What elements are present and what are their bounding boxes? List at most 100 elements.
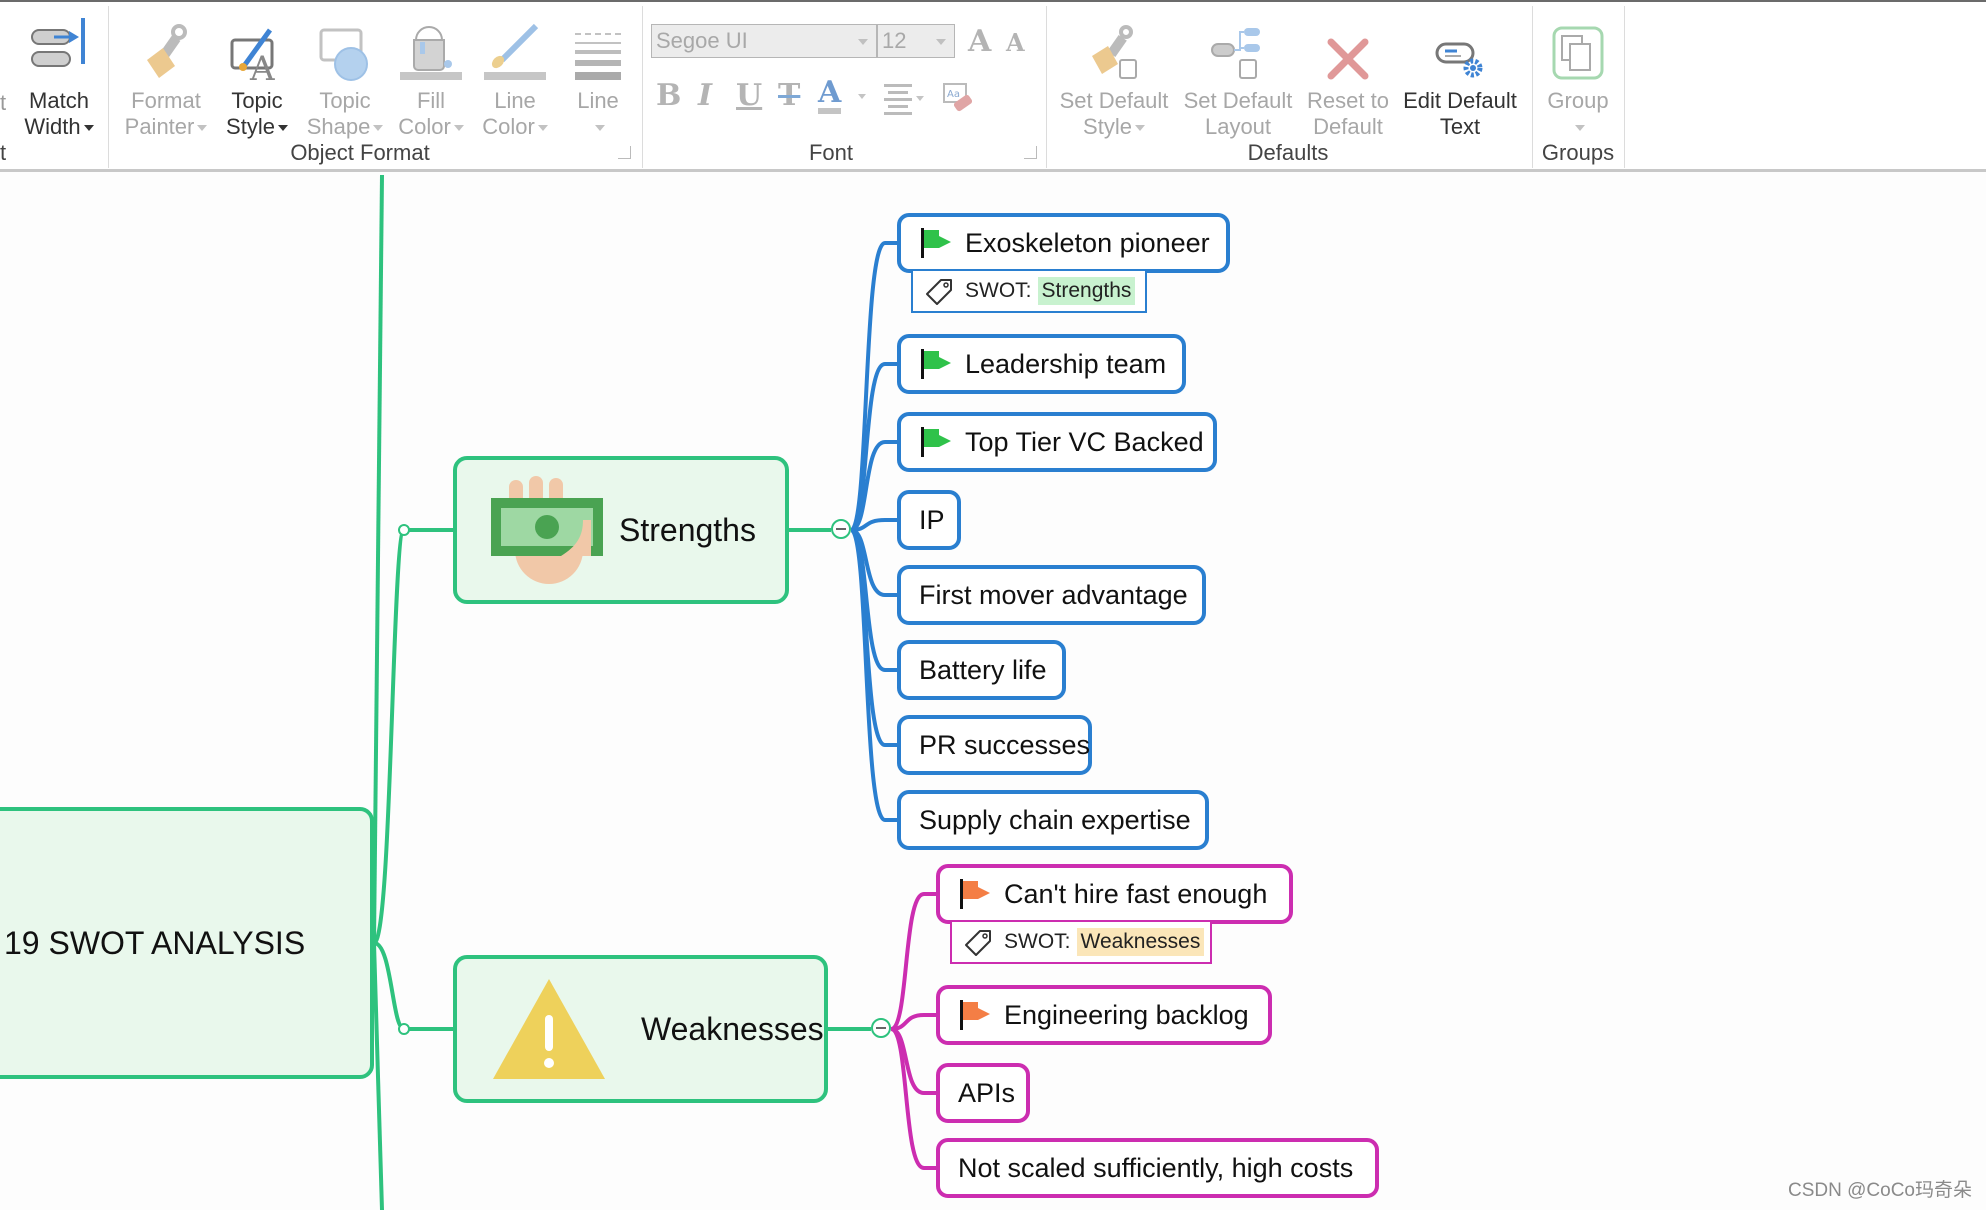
strengths-subtopic[interactable]: Top Tier VC Backed [897,412,1217,472]
strengths-subtopic[interactable]: Battery life [897,640,1066,700]
strengths-title: Strengths [619,511,756,548]
strengths-subtopic[interactable]: Leadership team [897,334,1186,394]
green-flag-icon [921,228,951,258]
reset-to-default-button[interactable]: Reset to Default [1300,10,1396,140]
format-painter-button[interactable]: Format Painter [118,10,214,140]
collapse-weaknesses-button[interactable] [871,1018,891,1038]
topic-style-label-1: Topic [231,88,283,113]
connector-point [398,524,410,536]
tag-prefix: SWOT: [1004,930,1071,953]
fill-color-button[interactable]: Fill Color [388,10,474,140]
reset-x-icon [1300,10,1396,82]
chevron-down-icon [373,125,384,132]
weaknesses-subtopic[interactable]: APIs [936,1063,1030,1123]
svg-text:Aa: Aa [947,89,960,100]
topic-style-button[interactable]: A Topic Style [212,10,302,140]
root-to-strengths-connector [372,528,453,945]
mind-map-canvas[interactable]: 19 SWOT ANALYSIS Strengths Exoskeleton p… [0,175,1986,1210]
strengths-subtopic[interactable]: Exoskeleton pioneer [897,213,1230,273]
object-format-dialog-launcher[interactable] [618,146,631,159]
subtopic-text: PR successes [919,729,1091,760]
strengths-connector [849,528,897,822]
line-color-icon [472,10,558,82]
topic-shape-label-1: Topic [319,88,371,113]
shrink-font-button[interactable]: A [1006,28,1025,57]
set-default-style-label-1: Set Default [1059,88,1169,113]
match-width-label-1: Match [29,88,89,113]
line-color-label-2: Color [482,114,535,139]
font-family-value: Segoe UI [656,28,748,53]
group-separator [108,6,109,168]
line-color-button[interactable]: Line Color [472,10,558,140]
font-family-select[interactable]: Segoe UI [651,24,877,58]
italic-icon: I [698,78,713,113]
set-default-style-button[interactable]: Set Default Style [1056,10,1172,140]
orange-flag-icon [960,879,990,909]
font-color-icon: A [818,75,842,110]
fill-color-label-2: Color [398,114,451,139]
underline-button[interactable]: U [736,78,762,113]
line-style-label: Line [577,88,619,113]
tag-label[interactable]: SWOT: Strengths [911,269,1147,313]
chevron-down-icon [858,39,868,45]
tag-value: Weaknesses [1076,928,1205,956]
subtopic-text: Not scaled sufficiently, high costs [958,1152,1354,1183]
connector-point [398,1023,410,1035]
reset-to-default-label-1: Reset to [1307,88,1389,113]
strengths-topic[interactable]: Strengths [453,456,789,604]
chevron-down-icon [537,125,548,132]
chevron-down-icon [936,39,946,45]
grow-font-icon: A [968,24,992,59]
align-center-icon [884,84,924,115]
font-dialog-launcher[interactable] [1024,146,1037,159]
topic-style-label-2: Style [226,114,275,139]
weaknesses-subtopic[interactable]: Engineering backlog [936,985,1272,1045]
strengths-subtopic[interactable]: PR successes [897,715,1092,775]
match-width-button[interactable]: Match Width [14,10,104,140]
chevron-down-icon [453,125,464,132]
chevron-down-icon [277,125,288,132]
italic-button[interactable]: I [698,78,712,113]
chevron-down-icon [1574,125,1585,132]
strengths-subtopic[interactable]: First mover advantage [897,565,1206,625]
tag-icon [926,279,952,305]
shrink-font-icon: A [1006,28,1025,57]
set-default-style-label-2: Style [1083,114,1132,139]
green-flag-icon [921,427,951,457]
topic-style-icon: A [212,10,302,82]
set-default-layout-button[interactable]: Set Default Layout [1180,10,1296,140]
strikethrough-button[interactable]: T [778,78,800,113]
grow-font-button[interactable]: A [968,24,991,59]
topic-shape-button[interactable]: Topic Shape [300,10,390,140]
fill-color-label-1: Fill [416,88,446,113]
chevron-down-icon [1134,125,1145,132]
collapse-strengths-button[interactable] [831,519,851,539]
clear-format-icon: Aa [943,83,973,112]
line-style-button[interactable]: Line [560,10,636,140]
ribbon-toolbar: t t Match Width Format Painter A Topic S… [0,0,1986,172]
chevron-down-icon [83,125,94,132]
weaknesses-topic[interactable]: Weaknesses [453,955,828,1103]
set-default-layout-label-1: Set Default [1183,88,1293,113]
edit-default-text-button[interactable]: Edit Default Text [1398,10,1522,140]
align-button[interactable] [882,82,926,121]
group-button[interactable]: Group [1536,10,1620,140]
match-width-label-2: Width [24,114,81,139]
clear-format-button[interactable]: Aa [942,82,976,121]
edit-default-text-icon [1398,10,1522,82]
weaknesses-subtopic[interactable]: Not scaled sufficiently, high costs [936,1138,1379,1198]
strengths-subtopic[interactable]: IP [897,490,961,550]
tag-label[interactable]: SWOT: Weaknesses [950,920,1212,964]
font-color-button[interactable]: A [818,75,842,114]
subtopic-text: IP [919,504,945,535]
warning-icon [493,979,605,1079]
root-topic[interactable]: 19 SWOT ANALYSIS [0,807,374,1079]
bold-button[interactable]: B [656,78,681,113]
font-size-select[interactable]: 12 [877,24,955,58]
strengths-subtopic[interactable]: Supply chain expertise [897,790,1209,850]
weaknesses-subtopic[interactable]: Can't hire fast enough [936,864,1293,924]
fill-color-icon [388,10,474,82]
subtopic-text: APIs [958,1077,1016,1108]
line-color-label-1: Line [494,88,536,113]
root-to-weaknesses-connector [373,941,453,1031]
